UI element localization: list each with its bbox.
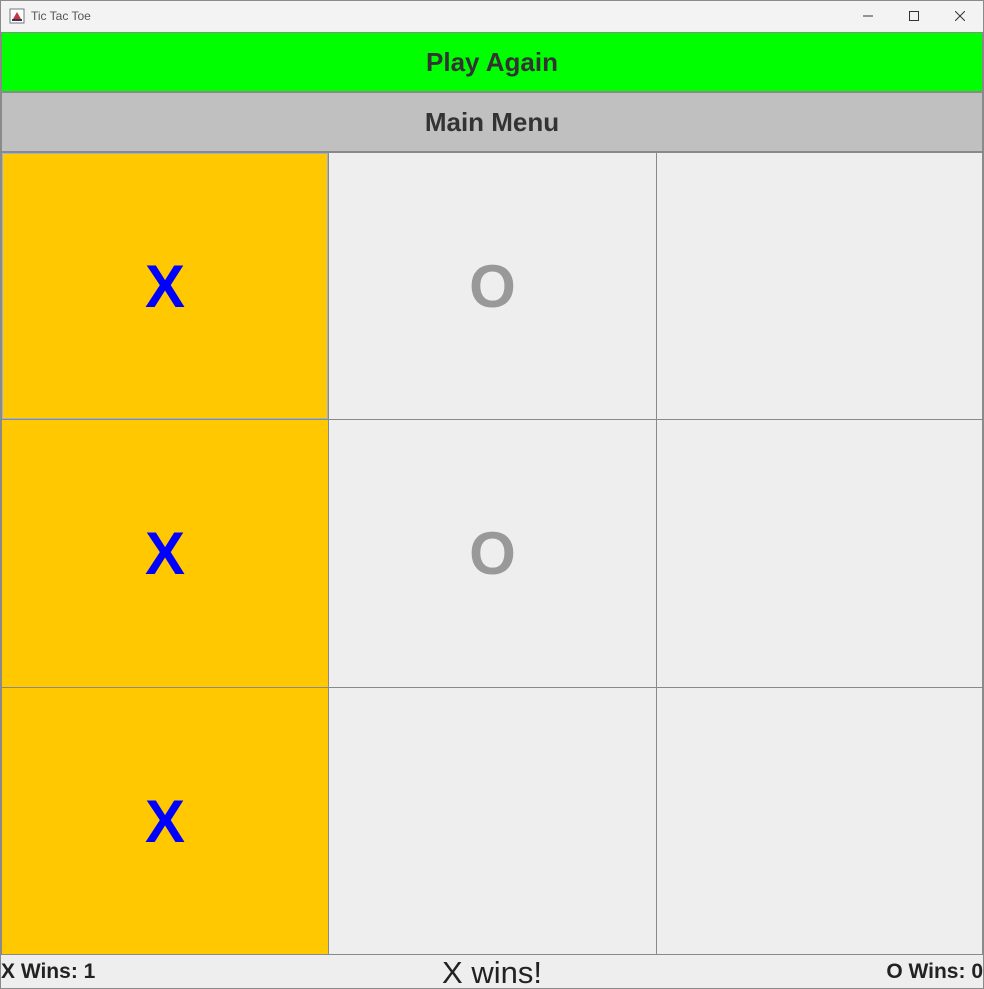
window-title: Tic Tac Toe [31, 9, 91, 23]
board-cell[interactable] [656, 419, 983, 688]
minimize-icon [863, 15, 873, 17]
main-menu-button[interactable]: Main Menu [1, 92, 983, 152]
winner-message: X wins! [442, 955, 542, 989]
board-cell[interactable]: X [1, 152, 329, 420]
board-cell[interactable] [656, 152, 983, 420]
app-window: Tic Tac Toe Play Again Main Menu X O X O… [0, 0, 984, 989]
board-cell[interactable]: O [328, 152, 657, 420]
status-bar: X Wins: 1 X wins! O Wins: 0 [1, 955, 983, 989]
game-board: X O X O X [1, 152, 983, 955]
board-cell[interactable]: X [1, 687, 329, 955]
board-cell[interactable] [328, 687, 657, 955]
board-cell[interactable] [656, 687, 983, 955]
o-wins-score: O Wins: 0 [886, 960, 983, 983]
window-controls [845, 1, 983, 31]
close-icon [955, 11, 965, 21]
board-cell[interactable]: X [1, 419, 329, 688]
maximize-button[interactable] [891, 1, 937, 31]
close-button[interactable] [937, 1, 983, 31]
board-cell[interactable]: O [328, 419, 657, 688]
play-again-button[interactable]: Play Again [1, 32, 983, 92]
maximize-icon [909, 11, 919, 21]
minimize-button[interactable] [845, 1, 891, 31]
title-bar: Tic Tac Toe [1, 1, 983, 31]
java-app-icon [9, 8, 25, 24]
